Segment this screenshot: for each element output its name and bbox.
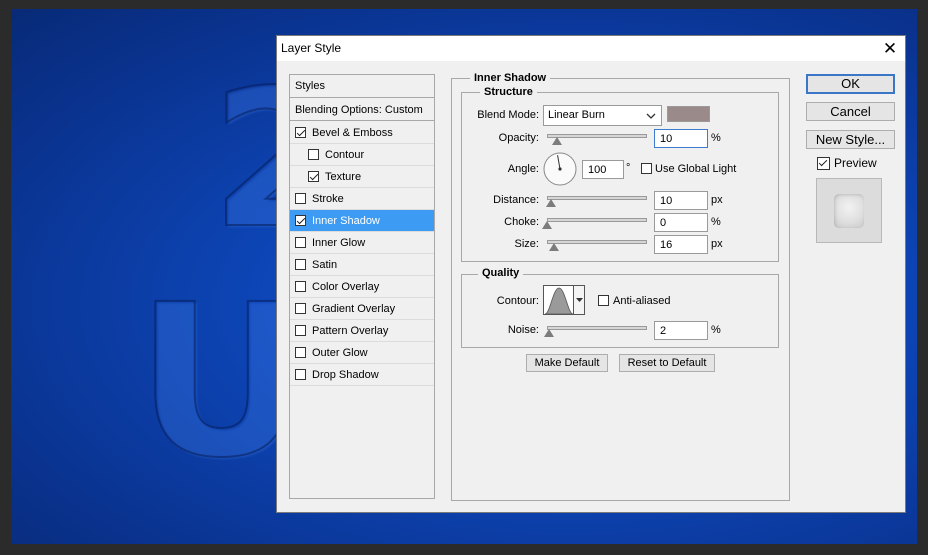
size-label: Size: [514,238,539,250]
noise-slider-thumb[interactable] [544,329,554,337]
style-item-checkbox[interactable] [295,127,306,138]
angle-label: Angle: [507,163,539,175]
distance-px: px [711,194,723,206]
contour-dropdown-arrow[interactable] [573,286,584,314]
distance-slider-thumb[interactable] [546,199,556,207]
size-px: px [711,238,723,250]
opacity-label: Opacity: [498,132,539,144]
style-item-bevel-emboss[interactable]: Bevel & Emboss [290,122,434,144]
noise-percent: % [711,324,721,336]
contour-picker[interactable] [543,285,585,315]
new-style-button[interactable]: New Style... [806,130,895,149]
contour-label: Contour: [496,295,539,307]
style-item-checkbox[interactable] [295,193,306,204]
opacity-percent: % [711,132,721,144]
blend-mode-value: Linear Burn [548,109,605,121]
style-item-checkbox[interactable] [295,303,306,314]
style-item-label: Bevel & Emboss [312,126,393,139]
style-item-label: Color Overlay [312,280,380,293]
style-item-checkbox[interactable] [295,347,306,358]
style-item-checkbox[interactable] [295,325,306,336]
choke-percent: % [711,216,721,228]
style-item-gradient-overlay[interactable]: Gradient Overlay [290,298,434,320]
style-item-checkbox[interactable] [295,237,306,248]
dialog-title: Layer Style [281,41,342,55]
shadow-color-swatch[interactable] [667,106,710,122]
blend-mode-label: Blend Mode: [477,109,539,121]
style-item-checkbox[interactable] [295,259,306,270]
preview-checkbox[interactable] [817,157,830,170]
style-item-stroke[interactable]: Stroke [290,188,434,210]
styles-panel: Styles Blending Options: Custom Bevel & … [289,74,435,499]
layer-style-dialog: Layer Style ✕ Styles Blending Options: C… [276,35,906,513]
inner-shadow-title: Inner Shadow [470,72,551,84]
preview-label: Preview [834,156,877,170]
use-global-light-checkbox[interactable] [641,163,652,174]
style-item-satin[interactable]: Satin [290,254,434,276]
size-input[interactable] [654,235,708,254]
contour-curve-icon [544,287,574,314]
opacity-slider[interactable] [547,134,647,138]
style-item-checkbox[interactable] [295,369,306,380]
blend-mode-dropdown[interactable]: Linear Burn [543,105,662,126]
style-item-texture[interactable]: Texture [290,166,434,188]
style-item-drop-shadow[interactable]: Drop Shadow [290,364,434,386]
choke-label: Choke: [504,216,539,228]
quality-group [461,274,779,348]
style-item-label: Outer Glow [312,346,368,359]
style-item-label: Gradient Overlay [312,302,396,315]
angle-input[interactable] [582,160,624,179]
styles-header[interactable]: Styles [290,75,434,98]
blending-options-item[interactable]: Blending Options: Custom [290,99,434,121]
make-default-button[interactable]: Make Default [526,354,608,372]
style-item-inner-shadow[interactable]: Inner Shadow [290,210,434,232]
style-item-contour[interactable]: Contour [290,144,434,166]
noise-slider[interactable] [547,326,647,330]
noise-label: Noise: [507,324,539,336]
style-item-label: Drop Shadow [312,368,379,381]
style-item-inner-glow[interactable]: Inner Glow [290,232,434,254]
quality-title: Quality [478,267,524,279]
style-item-pattern-overlay[interactable]: Pattern Overlay [290,320,434,342]
chevron-down-icon [576,298,583,302]
close-icon[interactable]: ✕ [875,36,905,61]
distance-input[interactable] [654,191,708,210]
cancel-button[interactable]: Cancel [806,102,895,121]
choke-slider-thumb[interactable] [542,221,552,229]
angle-degree: ° [626,162,631,174]
style-item-label: Inner Shadow [312,214,380,227]
choke-slider[interactable] [547,218,647,222]
chevron-down-icon [646,113,656,119]
style-item-label: Inner Glow [312,236,366,249]
style-item-checkbox[interactable] [308,171,319,182]
style-item-checkbox[interactable] [295,281,306,292]
preview-swatch [834,194,864,228]
choke-input[interactable] [654,213,708,232]
style-item-color-overlay[interactable]: Color Overlay [290,276,434,298]
style-item-label: Satin [312,258,338,271]
style-item-label: Contour [325,148,365,161]
angle-dial[interactable] [542,151,578,187]
size-slider-thumb[interactable] [548,243,559,251]
anti-aliased-label: Anti-aliased [613,295,671,307]
structure-title: Structure [480,86,537,98]
distance-slider[interactable] [547,196,647,200]
style-item-checkbox[interactable] [308,149,319,160]
reset-to-default-button[interactable]: Reset to Default [619,354,715,372]
anti-aliased-checkbox[interactable] [598,295,609,306]
distance-label: Distance: [493,194,539,206]
use-global-light-label: Use Global Light [655,163,737,175]
opacity-slider-thumb[interactable] [552,137,562,145]
style-item-outer-glow[interactable]: Outer Glow [290,342,434,364]
preview-thumbnail [816,178,882,243]
style-item-label: Pattern Overlay [312,324,389,337]
opacity-input[interactable] [654,129,708,148]
style-item-checkbox[interactable] [295,215,306,226]
noise-input[interactable] [654,321,708,340]
size-slider[interactable] [547,240,647,244]
title-bar: Layer Style ✕ [277,36,905,61]
ok-button[interactable]: OK [806,74,895,94]
style-item-label: Stroke [312,192,344,205]
style-item-label: Texture [325,170,362,183]
